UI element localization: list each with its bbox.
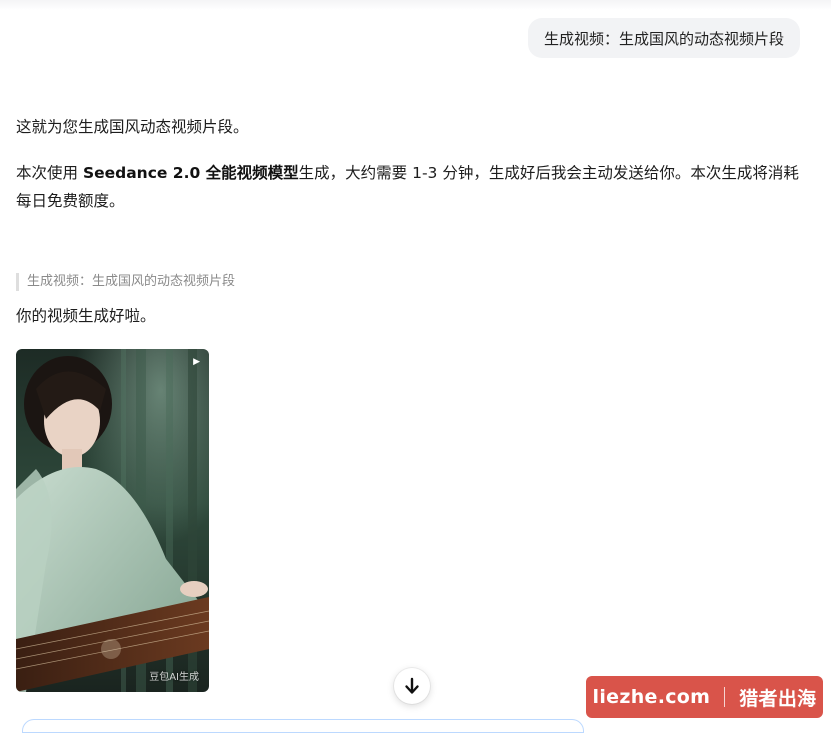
top-fade xyxy=(0,0,831,10)
site-watermark-badge: liezhe.com 猎者出海 xyxy=(586,676,823,718)
video-thumbnail[interactable]: ▶ 豆包AI生成 xyxy=(16,349,209,692)
user-message-text: 生成视频：生成国风的动态视频片段 xyxy=(543,29,784,48)
ai-watermark: 豆包AI生成 xyxy=(149,672,199,683)
arrow-down-icon xyxy=(405,677,419,694)
model-name: Seedance 2.0 全能视频模型 xyxy=(82,164,299,182)
message-input-edge[interactable] xyxy=(22,719,584,733)
video-frame-image xyxy=(16,349,209,692)
completion-message: 你的视频生成好啦。 xyxy=(16,307,156,325)
site-domain: liezhe.com xyxy=(592,686,711,708)
play-icon: ▶ xyxy=(193,357,200,367)
scroll-to-bottom-button[interactable] xyxy=(394,668,430,704)
badge-divider xyxy=(724,687,726,707)
assistant-intro: 这就为您生成国风动态视频片段。 xyxy=(16,118,249,136)
user-message-bubble: 生成视频：生成国风的动态视频片段 xyxy=(527,18,800,58)
site-name: 猎者出海 xyxy=(739,687,817,710)
detail-prefix: 本次使用 xyxy=(16,164,83,182)
quoted-request: 生成视频：生成国风的动态视频片段 xyxy=(16,273,235,291)
assistant-detail: 本次使用 Seedance 2.0 全能视频模型生成，大约需要 1-3 分钟，生… xyxy=(16,159,806,215)
